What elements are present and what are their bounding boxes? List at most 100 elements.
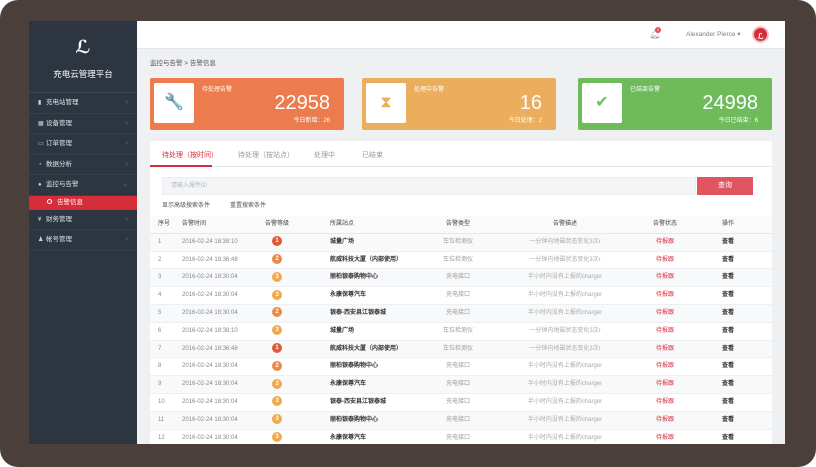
alarm-description: 一分钟内地磁状态变化3次r [529,345,601,352]
alarm-status: 待报跟 [655,345,674,352]
order-icon: ▭ [38,141,44,147]
sidebar-item-label: 帐号管理 [46,236,72,243]
station-name: 航威科技大厦（内部使用） [330,345,403,352]
query-button[interactable]: 查询 [697,177,753,195]
chevron-left-icon: ‹ [125,215,128,223]
alarm-status: 待报跟 [655,363,674,370]
sidebar-item-label: 数据分析 [46,160,72,168]
view-link[interactable]: 查看 [716,341,740,359]
alarm-level-badge: 1 [272,236,282,247]
column-header: 告警时间 [182,221,207,227]
card-number: 22958 [274,92,330,114]
view-link[interactable]: 查看 [716,358,740,376]
alarm-status: 待报跟 [655,292,674,299]
alarm-description: 一分钟内地磁状态变化3次r [529,256,601,263]
view-link[interactable]: 查看 [716,234,740,252]
sidebar-item-label: 订单管理 [46,140,72,147]
table-row: 8 2016-02-24 18:30:04 2 丽柏银泰购物中心 充电接口 半小时内没有上… [150,358,772,377]
column-header: 操作 [721,221,734,227]
chevron-left-icon: ‹ [125,140,128,147]
alarm-level-badge: 3 [272,325,282,336]
column-header: 所属站点 [330,221,355,227]
app-title: 充电云管理平台 [53,69,113,79]
station-name: 银泰-西安县江银泰城 [330,398,386,405]
sidebar-item-0[interactable]: ▮ 充电站管理 ‹ [29,93,137,114]
search-input[interactable]: 请输入爆件ID [162,177,696,195]
chat-icon: ● [38,182,42,188]
user-menu[interactable]: Alexander Pierce ▾ [686,30,741,38]
alarm-level-badge: 2 [272,360,282,371]
sidebar-item-6[interactable]: ♟ 帐号管理 ‹ [29,230,137,251]
alarm-description: 一分钟内地磁状态变化3次r [529,327,601,334]
table-row: 3 2016-02-24 18:30:04 3 丽柏银泰购物中心 充电接口 半小时内没有上… [150,269,772,288]
alarm-panel: 待处理（按时间） 待处理（按站点） 处理中 已结束 请输入爆件ID 查询 显示高… [150,141,772,444]
stat-card-2[interactable]: ✔ 已结束告警 24998 今日已结束：6 [578,78,772,130]
view-link[interactable]: 查看 [716,394,740,412]
alarm-time: 2016-02-24 18:30:04 [182,398,238,405]
alarm-description: 半小时内没有上报的charger [527,381,603,388]
advanced-search-link[interactable]: 显示高级搜索条件 [162,200,210,209]
alarm-description: 半小时内没有上报的charger [527,274,603,281]
alarm-status: 待报跟 [655,434,674,441]
alarm-description: 半小时内没有上报的charger [527,398,603,405]
column-header: 告警状态 [652,221,677,227]
alarm-level-cell: 3 [262,394,292,412]
alarm-level-cell: 3 [262,376,292,394]
alarm-description: 一分钟内地磁状态变化3次r [529,238,601,245]
sidebar-item-1[interactable]: ▦ 设备管理 ‹ [29,114,137,134]
stat-card-0[interactable]: 🔧 待处理告警 22958 今日新增：26 [150,78,344,130]
alarm-level-badge: 2 [272,254,282,265]
view-link[interactable]: 查看 [716,252,740,270]
tab-finished[interactable]: 已结束 [362,150,383,160]
alarm-table: 序号 告警时间 告警等级 所属站点 告警类型 告警描述 告警状态 操作 1 2016-02-24… [150,216,772,444]
chevron-left-icon: ‹ [125,160,128,168]
column-header: 告警类型 [445,221,470,227]
row-index: 12 [158,434,165,441]
alarm-description: 半小时内没有上报的charger [527,434,603,441]
alarm-level-badge: 3 [272,431,282,442]
view-link[interactable]: 查看 [716,305,740,323]
sidebar-subitem-label: 告警信息 [57,198,83,206]
view-link[interactable]: 查看 [716,376,740,394]
row-index: 7 [158,345,162,352]
alarm-level-badge: 3 [272,271,282,282]
view-link[interactable]: 查看 [716,412,740,430]
sidebar-item-3[interactable]: ◔ 数据分析 ‹ [29,155,137,175]
alarm-level-badge: 3 [272,396,282,407]
table-row: 6 2016-02-24 18:38:10 3 城量广场 车位检测仪 一分钟内地磁状态变化… [150,323,772,341]
reset-search-link[interactable]: 重置搜索条件 [230,200,266,209]
logo-icon: ℒ [75,37,91,58]
station-name: 永康保尊汽车 [330,381,367,388]
table-row: 4 2016-02-24 18:30:04 3 永康保尊汽车 充电接口 半小时内没有上报的… [150,287,772,305]
view-link[interactable]: 查看 [716,269,740,287]
sidebar-item-2[interactable]: ▭ 订单管理 ‹ [29,134,137,155]
alarm-description: 半小时内没有上报的charger [527,309,603,316]
view-link[interactable]: 查看 [716,323,740,341]
alarm-status: 待报跟 [655,327,674,334]
station-name: 航威科技大厦（内部使用） [330,256,403,263]
sidebar-item-5[interactable]: ¥ 财务管理 ‹ [29,210,137,230]
station-name: 丽柏银泰购物中心 [330,363,379,370]
pie-icon: ◔ [38,161,42,168]
sidebar-item-4[interactable]: ● 监控与告警 ⌄ [29,175,137,196]
alarm-type: 车位检测仪 [442,345,473,352]
chevron-left-icon: ‹ [125,236,128,243]
station-name: 城量广场 [330,238,355,245]
card-title: 处理中告警 [414,87,445,93]
stat-card-1[interactable]: ⧗ 处理中告警 16 今日处理：2 [362,78,556,130]
station-name: 永康保尊汽车 [330,434,367,441]
view-link[interactable]: 查看 [716,287,740,305]
check-icon: ✔ [582,83,622,123]
tab-bar: 待处理（按时间） 待处理（按站点） 处理中 已结束 [150,141,772,167]
sidebar-subitem-alarm-info[interactable]: 告警信息 [29,195,137,210]
alarm-time: 2016-02-24 18:36:48 [182,256,238,263]
tab-pending-by-time[interactable]: 待处理（按时间） [162,150,218,160]
logo-area: ℒ 充电云管理平台 [29,21,137,93]
tab-pending-by-station[interactable]: 待处理（按站点） [238,150,294,160]
card-subtext: 今日处理：2 [508,118,542,124]
view-link[interactable]: 查看 [716,430,740,444]
avatar[interactable]: ℒ [752,26,769,43]
breadcrumb: 监控与告警 > 告警信息 [150,60,216,67]
tab-processing[interactable]: 处理中 [314,150,335,160]
alarm-level-badge: 3 [272,414,282,425]
